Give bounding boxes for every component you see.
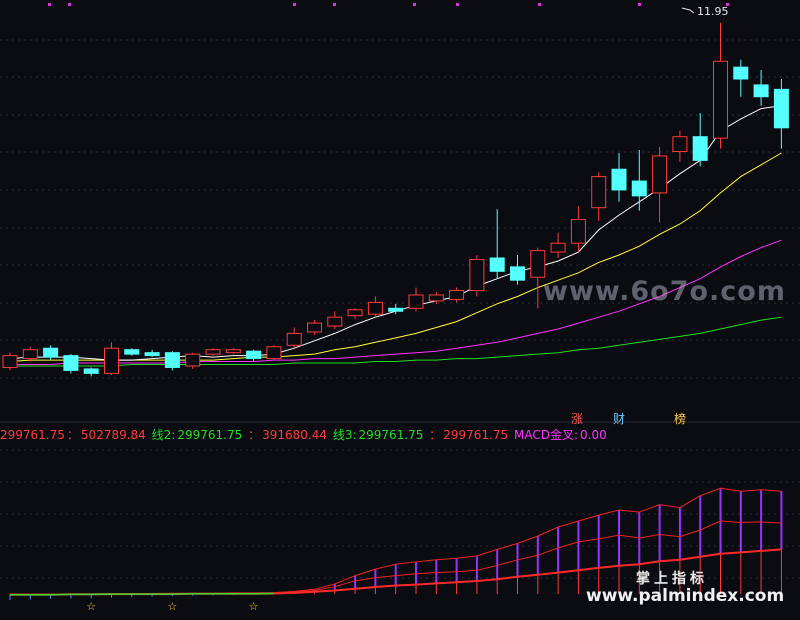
- top-marker: [48, 3, 51, 6]
- top-marker: [333, 3, 336, 6]
- candle-body: [733, 66, 749, 80]
- candle-body: [388, 307, 404, 312]
- star-icon: ☆: [86, 600, 96, 613]
- ma5-line-group: [9, 105, 782, 361]
- info-label2: 线2:: [151, 428, 176, 442]
- info-v2: 502789.84: [80, 428, 146, 442]
- ma60-line-group: [10, 316, 782, 367]
- candle-body: [367, 301, 383, 315]
- candle-body: [652, 155, 668, 194]
- watermark-url-1: www.6o7o.com: [543, 276, 786, 307]
- ma5-line: [9, 105, 782, 361]
- candle-body: [550, 242, 566, 253]
- candle-body: [773, 88, 789, 129]
- candle-body: [327, 316, 343, 327]
- candle-body: [2, 355, 18, 368]
- candle-body: [225, 349, 241, 354]
- candle-body: [570, 219, 586, 244]
- top-marker: [413, 3, 416, 6]
- candle-body: [408, 294, 424, 309]
- candle-body: [205, 349, 221, 355]
- star-icon: ☆: [167, 600, 177, 613]
- info-v3: 299761.75: [177, 428, 243, 442]
- info-v6: 299761.75: [443, 428, 509, 442]
- candle-body: [246, 350, 262, 360]
- top-markers: [48, 3, 729, 6]
- candle-body: [530, 250, 546, 278]
- candle-body: [22, 349, 38, 360]
- star-icon: ☆: [249, 600, 259, 613]
- candle-body: [489, 257, 505, 272]
- candle-body: [692, 136, 708, 161]
- candle-body: [286, 332, 302, 346]
- candle-body: [713, 60, 728, 139]
- candle-body: [43, 347, 59, 358]
- candles: [2, 22, 789, 377]
- candle-body: [144, 352, 160, 357]
- indicator-info-bar: 299761.75： 502789.84 线2: 299761.75 ： 391680…: [0, 426, 609, 442]
- candle-body: [266, 346, 282, 360]
- info-label-macd: MACD金叉:: [514, 428, 579, 442]
- candle-body: [428, 294, 444, 302]
- top-marker: [456, 3, 459, 6]
- candle-body: [185, 353, 201, 367]
- candle-body: [672, 136, 688, 152]
- info-sep1: ：: [66, 428, 79, 442]
- candle-body: [63, 355, 79, 371]
- info-sep5: ：: [429, 428, 442, 442]
- watermark-url-2: www.palmindex.com: [586, 586, 785, 606]
- stock-chart[interactable]: ☆ ☆ ☆: [0, 0, 800, 620]
- watermark-cn: 掌上指标: [636, 571, 708, 587]
- top-marker: [638, 3, 641, 6]
- candle-body: [347, 309, 363, 317]
- candle-body: [307, 322, 322, 333]
- tag-cai[interactable]: 财: [613, 410, 625, 427]
- candle-body: [164, 352, 180, 368]
- info-v1: 299761.75: [0, 428, 65, 442]
- candle-body: [631, 180, 647, 197]
- candle-body: [591, 176, 607, 209]
- tag-bang[interactable]: 榜: [674, 410, 686, 427]
- ma60-line: [10, 316, 782, 367]
- candle-body: [124, 349, 140, 355]
- candle-body: [83, 368, 99, 374]
- top-marker: [538, 3, 541, 6]
- info-v5: 299761.75: [358, 428, 424, 442]
- candle-body: [611, 168, 627, 191]
- info-v4: 391680.44: [262, 428, 327, 442]
- tag-zhang[interactable]: 涨: [571, 410, 583, 427]
- info-label3: 线3:: [332, 428, 357, 442]
- info-v7: 0.00: [580, 428, 607, 442]
- candle-body: [449, 290, 465, 300]
- peak-arrow-icon: [681, 7, 695, 14]
- top-marker: [293, 3, 296, 6]
- indicator-stars: ☆ ☆ ☆: [86, 600, 258, 613]
- info-sep3: ：: [248, 428, 261, 442]
- candle-body: [104, 347, 119, 374]
- candle-body: [510, 266, 525, 281]
- peak-price-label: 11.95: [697, 5, 729, 18]
- candle-body: [469, 258, 485, 292]
- top-marker: [68, 3, 71, 6]
- candle-body: [753, 84, 769, 98]
